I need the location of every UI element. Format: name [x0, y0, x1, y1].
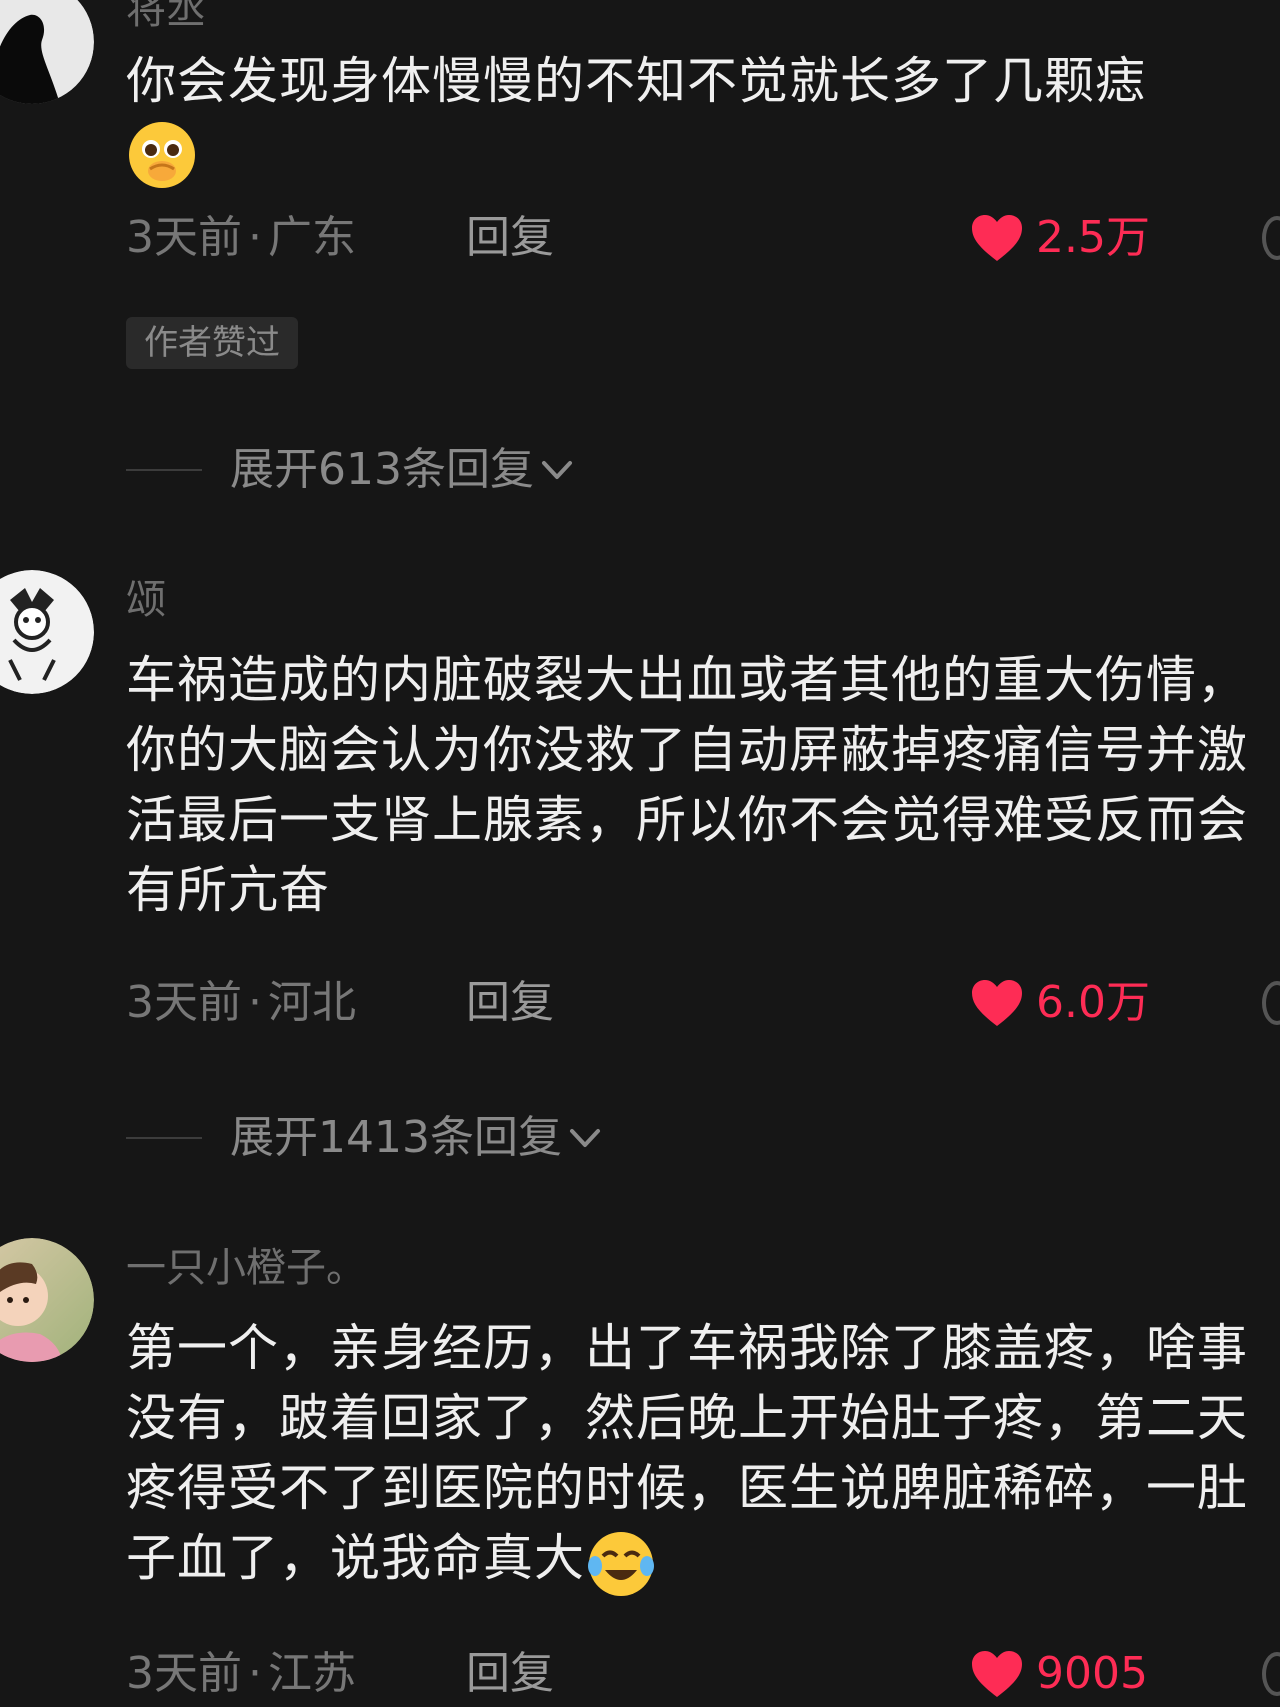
reply-button[interactable]: 回复 [466, 1646, 554, 1702]
chevron-down-icon [541, 461, 572, 479]
comment-time: 3天前 [126, 977, 242, 1028]
comment-username[interactable]: 将丞 [126, 0, 206, 34]
like-button[interactable]: 2.5万 [970, 210, 1150, 266]
comment-time: 3天前 [126, 1648, 242, 1699]
comment-text: 第一个，亲身经历，出了车祸我除了膝盖疼，啥事没有，跛着回家了，然后晚上开始肚子疼… [126, 1313, 1276, 1598]
comment-text-content: 你会发现身体慢慢的不知不觉就长多了几颗痣 [126, 52, 1146, 110]
dislike-icon[interactable] [1262, 1652, 1280, 1696]
comment-location: 江苏 [268, 1648, 356, 1699]
avatar[interactable] [0, 0, 94, 104]
crying-laughing-face-emoji [585, 1526, 657, 1598]
expand-replies-button[interactable]: 展开613条回复 [126, 442, 576, 498]
author-liked-badge: 作者赞过 [126, 317, 298, 369]
like-button[interactable]: 6.0万 [970, 975, 1150, 1031]
comment-location: 广东 [268, 212, 356, 263]
avatar[interactable] [0, 570, 94, 694]
expand-replies-button[interactable]: 展开1413条回复 [126, 1110, 604, 1166]
expand-replies-label: 展开613条回复 [230, 444, 534, 495]
heart-icon [972, 1651, 1022, 1697]
heart-icon [972, 215, 1022, 261]
dislike-icon[interactable] [1262, 216, 1280, 260]
reply-button[interactable]: 回复 [466, 975, 554, 1031]
comment-meta: 3天前 · 广东 [126, 212, 356, 263]
comment-time: 3天前 [126, 212, 242, 263]
like-count: 6.0万 [1036, 977, 1150, 1028]
like-count: 2.5万 [1036, 212, 1150, 263]
divider [126, 1137, 202, 1139]
comment-username[interactable]: 一只小橙子。 [126, 1244, 366, 1292]
comment-username[interactable]: 颂 [126, 576, 166, 624]
comment-text: 车祸造成的内脏破裂大出血或者其他的重大伤情，你的大脑会认为你没救了自动屏蔽掉疼痛… [126, 651, 1248, 919]
divider [126, 469, 202, 471]
comment-text-content: 第一个，亲身经历，出了车祸我除了膝盖疼，啥事没有，跛着回家了，然后晚上开始肚子疼… [126, 1319, 1248, 1587]
comment-meta: 3天前 · 江苏 [126, 1648, 356, 1699]
reply-button[interactable]: 回复 [466, 210, 554, 266]
pleading-face-emoji [126, 119, 198, 191]
avatar[interactable] [0, 1238, 94, 1362]
dislike-icon[interactable] [1262, 981, 1280, 1025]
comment-meta: 3天前 · 河北 [126, 977, 356, 1028]
comment-location: 河北 [268, 977, 356, 1028]
like-button[interactable]: 9005 [970, 1646, 1148, 1702]
comment-text: 你会发现身体慢慢的不知不觉就长多了几颗痣 [126, 46, 1276, 191]
expand-replies-label: 展开1413条回复 [230, 1112, 562, 1163]
heart-icon [972, 980, 1022, 1026]
chevron-down-icon [569, 1129, 600, 1147]
like-count: 9005 [1036, 1648, 1148, 1699]
